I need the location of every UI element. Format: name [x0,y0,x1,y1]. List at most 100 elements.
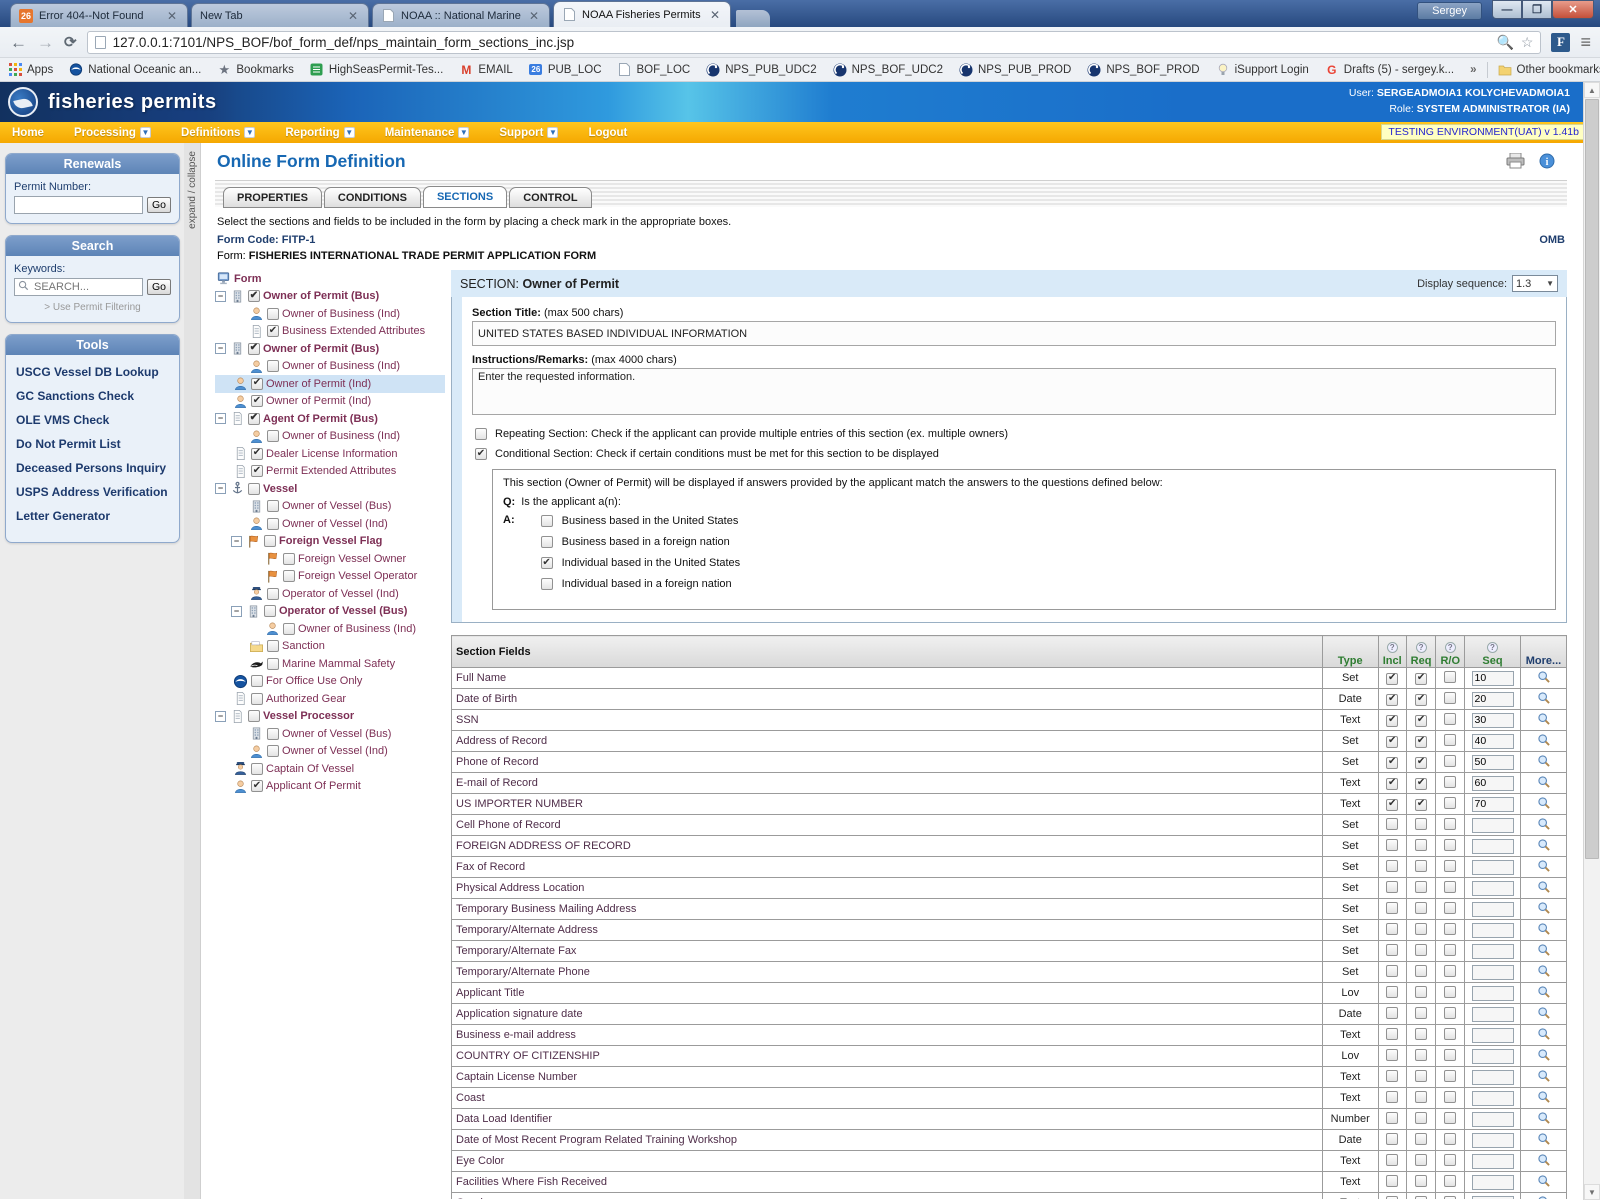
incl-checkbox[interactable] [1386,1028,1398,1040]
incl-checkbox[interactable] [1386,778,1398,790]
ro-checkbox[interactable] [1444,881,1456,893]
req-checkbox[interactable] [1415,881,1427,893]
seq-input[interactable] [1472,671,1514,686]
tree-checkbox[interactable] [251,675,263,687]
incl-checkbox[interactable] [1386,1049,1398,1061]
ro-checkbox[interactable] [1444,1133,1456,1145]
tree-item[interactable]: Owner of Business (Ind) [215,620,445,638]
tree-checkbox[interactable] [267,588,279,600]
tree-checkbox[interactable] [251,448,263,460]
seq-input[interactable] [1472,1007,1514,1022]
bookmark-item[interactable]: iSupport Login [1216,63,1309,77]
magnifier-icon[interactable] [1537,843,1551,855]
scroll-up-arrow[interactable]: ▲ [1584,82,1600,98]
tree-item[interactable]: Captain Of Vessel [215,760,445,778]
ro-checkbox[interactable] [1444,1028,1456,1040]
tree-checkbox[interactable] [248,290,260,302]
magnifier-icon[interactable] [1537,717,1551,729]
magnifier-icon[interactable] [1537,1116,1551,1128]
nav-item-processing[interactable]: Processing▼ [74,127,151,139]
seq-input[interactable] [1472,1133,1514,1148]
reload-icon[interactable]: ⟳ [64,33,77,51]
req-checkbox[interactable] [1415,1028,1427,1040]
conditional-section-checkbox[interactable] [475,448,487,460]
tree-checkbox[interactable] [267,325,279,337]
incl-checkbox[interactable] [1386,1070,1398,1082]
tree-item[interactable]: −Owner of Permit (Bus) [215,288,445,306]
ro-checkbox[interactable] [1444,713,1456,725]
bookmark-item[interactable]: ★Bookmarks [217,63,294,77]
incl-checkbox[interactable] [1386,965,1398,977]
nav-item-logout[interactable]: Logout [588,127,627,139]
tool-link[interactable]: Do Not Permit List [16,437,169,451]
tree-item[interactable]: −Vessel Processor [215,708,445,726]
ro-checkbox[interactable] [1444,1196,1456,1200]
seq-input[interactable] [1472,1049,1514,1064]
magnifier-icon[interactable] [1537,990,1551,1002]
search-input[interactable] [32,280,139,294]
tree-item[interactable]: Business Extended Attributes [215,323,445,341]
zoom-icon[interactable]: 🔍 [1496,34,1513,51]
ro-checkbox[interactable] [1444,839,1456,851]
help-icon[interactable]: ? [1487,642,1498,653]
ro-checkbox[interactable] [1444,1007,1456,1019]
req-checkbox[interactable] [1415,694,1427,706]
tool-link[interactable]: Letter Generator [16,509,169,523]
nav-dropdown-icon[interactable]: ▼ [140,127,151,138]
incl-checkbox[interactable] [1386,694,1398,706]
forward-icon[interactable]: → [37,34,54,51]
tree-checkbox[interactable] [251,763,263,775]
incl-checkbox[interactable] [1386,923,1398,935]
seq-input[interactable] [1472,713,1514,728]
bookmark-item[interactable]: 26PUB_LOC [529,63,602,77]
req-checkbox[interactable] [1415,1049,1427,1061]
tree-item[interactable]: −Vessel [215,480,445,498]
tab-control[interactable]: CONTROL [509,187,591,208]
nav-item-home[interactable]: Home [12,127,44,139]
bookmark-item[interactable]: Apps [8,63,53,77]
req-checkbox[interactable] [1415,1175,1427,1187]
tree-checkbox[interactable] [251,395,263,407]
tree-item[interactable]: Sanction [215,638,445,656]
tree-item[interactable]: For Office Use Only [215,673,445,691]
tree-checkbox[interactable] [264,605,276,617]
seq-input[interactable] [1472,1091,1514,1106]
browser-tab[interactable]: NOAA :: National Marine F✕ [372,3,550,27]
incl-checkbox[interactable] [1386,1091,1398,1103]
seq-input[interactable] [1472,797,1514,812]
incl-checkbox[interactable] [1386,673,1398,685]
req-checkbox[interactable] [1415,673,1427,685]
seq-input[interactable] [1472,965,1514,980]
tab-close-icon[interactable]: ✕ [346,10,360,22]
browser-tab[interactable]: New Tab✕ [191,3,369,27]
magnifier-icon[interactable] [1537,1179,1551,1191]
tree-item[interactable]: Permit Extended Attributes [215,463,445,481]
tree-item[interactable]: Owner of Vessel (Bus) [215,498,445,516]
magnifier-icon[interactable] [1537,1032,1551,1044]
ro-checkbox[interactable] [1444,860,1456,872]
magnifier-icon[interactable] [1537,969,1551,981]
tree-checkbox[interactable] [267,308,279,320]
req-checkbox[interactable] [1415,1133,1427,1145]
seq-input[interactable] [1472,1154,1514,1169]
ro-checkbox[interactable] [1444,1091,1456,1103]
magnifier-icon[interactable] [1537,948,1551,960]
magnifier-icon[interactable] [1537,822,1551,834]
incl-checkbox[interactable] [1386,860,1398,872]
ro-checkbox[interactable] [1444,776,1456,788]
tree-item[interactable]: Owner of Permit (Ind) [215,393,445,411]
req-checkbox[interactable] [1415,818,1427,830]
bookmark-item[interactable]: BOF_LOC [618,63,691,77]
tree-collapse-icon[interactable]: − [215,291,226,302]
ro-checkbox[interactable] [1444,671,1456,683]
tree-collapse-icon[interactable]: − [215,413,226,424]
display-sequence-select[interactable]: 1.3▼ [1512,275,1558,292]
req-checkbox[interactable] [1415,715,1427,727]
ro-checkbox[interactable] [1444,1049,1456,1061]
ro-checkbox[interactable] [1444,1112,1456,1124]
other-bookmarks[interactable]: Other bookmarks [1498,63,1600,77]
profile-button[interactable]: Sergey [1417,2,1482,20]
seq-input[interactable] [1472,944,1514,959]
tree-item[interactable]: Owner of Business (Ind) [215,428,445,446]
extension-f-icon[interactable]: F [1551,33,1570,52]
